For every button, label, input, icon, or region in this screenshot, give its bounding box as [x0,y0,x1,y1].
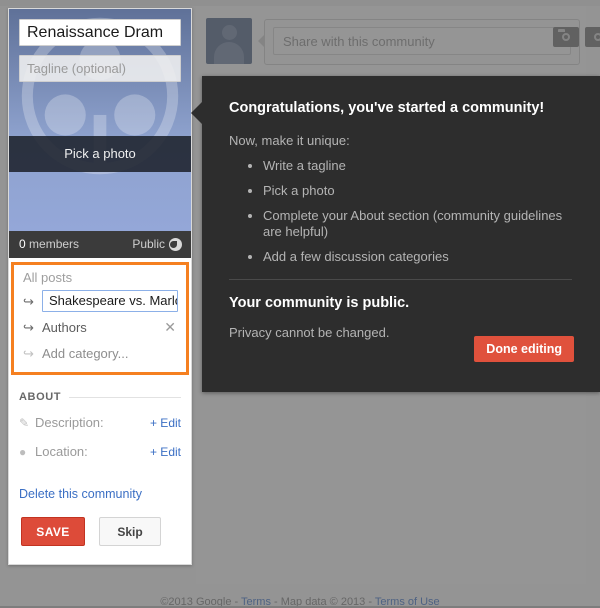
arrow-curve-icon: ↪ [23,293,34,309]
add-category-button[interactable]: ↪ Add category... [14,340,186,366]
members-count: 0 members [19,231,79,258]
sidebar-actions: SAVE Skip [9,501,191,564]
welcome-modal: Congratulations, you've started a commun… [191,76,600,392]
edit-description-link[interactable]: + Edit [150,416,181,430]
community-sidebar-card: Renaissance Dram Tagline (optional) Pick… [8,8,192,565]
modal-title: Congratulations, you've started a commun… [229,100,545,116]
modal-privacy-heading: Your community is public. [229,295,410,311]
divider [229,279,572,280]
about-section: ABOUT ✎ Description: + Edit ● Location: … [9,377,191,481]
pencil-icon: ✎ [19,415,30,430]
arrow-curve-icon: ↪ [23,319,34,335]
community-banner: Renaissance Dram Tagline (optional) Pick… [9,9,191,231]
checklist-item: Add a few discussion categories [263,249,572,265]
location-pin-icon: ● [19,444,27,459]
about-heading: ABOUT [19,391,181,403]
community-name-input[interactable]: Renaissance Dram [19,19,181,46]
checklist-item: Write a tagline [263,158,572,174]
members-count-value: 0 [19,237,26,251]
categories-section-highlight: All posts ↪ Shakespeare vs. Marlow ↪ Aut… [11,262,189,375]
category-row[interactable]: ↪ Authors ✕ [14,314,186,340]
tagline-input[interactable]: Tagline (optional) [19,55,181,82]
about-heading-label: ABOUT [19,391,62,403]
delete-community-link[interactable]: Delete this community [9,481,191,501]
globe-icon [169,238,182,251]
about-row-description: ✎ Description: + Edit [19,415,181,430]
save-button[interactable]: SAVE [21,517,85,546]
category-name-input[interactable]: Shakespeare vs. Marlow [42,290,178,312]
add-category-label: Add category... [42,345,129,361]
checklist-item: Pick a photo [263,183,572,199]
category-all-posts[interactable]: All posts [14,268,186,288]
arrow-curve-icon: ↪ [23,345,34,361]
members-bar: 0 members Public [9,231,191,258]
privacy-label: Public [132,237,165,251]
about-location-label: Location: [35,444,88,459]
modal-checklist: Write a tagline Pick a photo Complete yo… [229,158,572,265]
category-label: Authors [42,319,87,335]
pick-a-photo-button[interactable]: Pick a photo [9,136,191,172]
category-row-editing: ↪ Shakespeare vs. Marlow [14,288,186,314]
about-row-location: ● Location: + Edit [19,444,181,459]
members-count-label: members [29,237,80,251]
close-icon[interactable]: ✕ [164,320,186,334]
privacy-status: Public [132,231,182,258]
divider [69,396,181,398]
skip-button[interactable]: Skip [99,517,161,546]
about-description-label: Description: [35,415,104,430]
done-editing-button[interactable]: Done editing [474,336,574,362]
modal-subtitle: Now, make it unique: [229,133,350,148]
checklist-item: Complete your About section (community g… [263,208,572,240]
modal-pointer [191,102,202,124]
edit-location-link[interactable]: + Edit [150,445,181,459]
